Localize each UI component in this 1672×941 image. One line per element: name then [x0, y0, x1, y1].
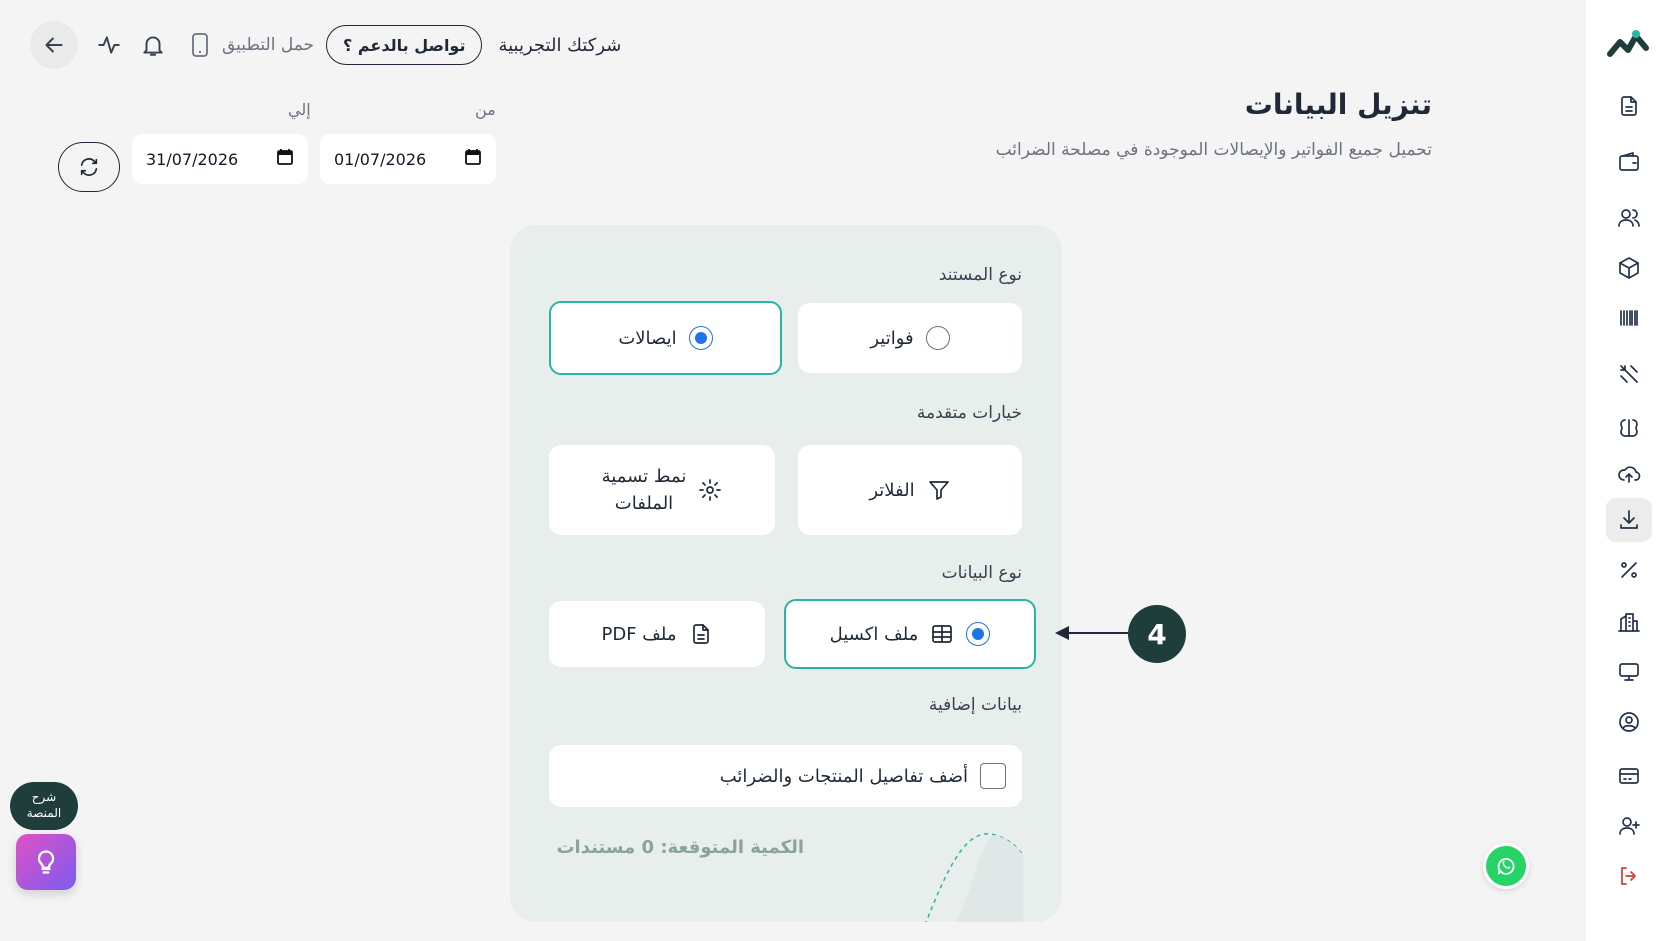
tools-icon — [1620, 365, 1638, 383]
date-to-label: إلي — [288, 100, 311, 119]
help-button[interactable] — [16, 834, 76, 890]
company-name[interactable]: شركتك التجريبية — [498, 35, 621, 56]
page-subtitle: تحميل جميع الفواتير والإيصالات الموجودة … — [995, 140, 1432, 160]
date-from-input[interactable]: 01/07/2026 — [320, 134, 496, 184]
date-to-value: 31/07/2026 — [146, 149, 239, 169]
data-type-pdf-label: ملف PDF — [601, 623, 677, 645]
activity-icon — [98, 36, 120, 54]
cloud-upload-icon — [1618, 466, 1641, 483]
document-type-invoices[interactable]: فواتير — [798, 303, 1022, 373]
topbar: حمل التطبيق تواصل بالدعم ؟ شركتك التجريب… — [30, 20, 621, 70]
contact-support-button[interactable]: تواصل بالدعم ؟ — [326, 25, 483, 65]
annotation-line — [1060, 632, 1132, 634]
expected-count: الكمية المتوقعة: 0 مستندات — [556, 837, 804, 858]
user-plus-icon — [1619, 817, 1640, 835]
barcode-icon — [1620, 310, 1638, 326]
document-type-receipts[interactable]: ايصالات — [549, 301, 782, 375]
sidebar-item-logout[interactable] — [1606, 854, 1652, 898]
data-type-excel-label: ملف اكسيل — [829, 623, 919, 645]
platform-guide-line2: المنصة — [26, 806, 62, 820]
data-type-pdf[interactable]: ملف PDF — [549, 601, 765, 667]
platform-guide-line1: شرح — [31, 790, 57, 804]
sidebar-item-barcode[interactable] — [1606, 296, 1652, 340]
sidebar-item-upload[interactable] — [1606, 452, 1652, 496]
date-to-input[interactable]: 31/07/2026 — [132, 134, 308, 184]
data-type-excel[interactable]: ملف اكسيل — [784, 599, 1036, 669]
annotation-badge: 4 — [1128, 605, 1186, 663]
users-icon — [1618, 209, 1640, 227]
document-type-label: نوع المستند — [938, 265, 1022, 285]
sidebar-item-tools[interactable] — [1606, 352, 1652, 396]
file-naming-pattern-line1: نمط تسمية — [601, 466, 687, 487]
sidebar — [1586, 0, 1672, 941]
sidebar-item-add-user[interactable] — [1606, 804, 1652, 848]
brand-logo[interactable] — [1606, 24, 1650, 64]
sidebar-item-customers[interactable] — [1606, 196, 1652, 240]
percent-icon — [1621, 562, 1637, 578]
filter-icon — [928, 481, 949, 500]
logout-icon — [1621, 867, 1636, 885]
sidebar-item-taxes[interactable] — [1606, 548, 1652, 592]
download-form-card: نوع المستند ايصالات فواتير خيارات متقدمة… — [510, 225, 1062, 922]
date-from-label: من — [475, 100, 496, 119]
sidebar-item-products[interactable] — [1606, 246, 1652, 290]
bell-icon — [143, 36, 163, 56]
radio-excel[interactable] — [966, 622, 991, 646]
document-type-invoices-label: فواتير — [870, 327, 914, 349]
back-button[interactable] — [30, 21, 78, 69]
radio-receipts[interactable] — [688, 326, 713, 350]
sidebar-item-pos[interactable] — [1606, 650, 1652, 694]
extra-details-label: أضف تفاصيل المنتجات والضرائب — [719, 765, 968, 787]
card-icon — [1619, 768, 1639, 784]
extra-details-option[interactable]: أضف تفاصيل المنتجات والضرائب — [549, 745, 1022, 807]
decorative-curve — [925, 832, 1024, 922]
filters-button[interactable]: الفلاتر — [798, 445, 1022, 535]
advanced-options-label: خيارات متقدمة — [916, 403, 1022, 423]
wallet-icon — [1619, 152, 1639, 171]
refresh-button[interactable] — [58, 142, 120, 192]
page-title: تنزيل البيانات — [1244, 88, 1432, 121]
brain-icon — [1620, 419, 1638, 437]
date-from-value: 01/07/2026 — [334, 149, 427, 169]
calendar-icon[interactable] — [464, 148, 482, 170]
monitor-icon — [1619, 663, 1639, 681]
lightbulb-icon — [37, 850, 55, 874]
whatsapp-button[interactable] — [1483, 843, 1529, 889]
sidebar-item-profile[interactable] — [1606, 700, 1652, 744]
calendar-icon[interactable] — [276, 148, 294, 170]
building-icon — [1618, 613, 1640, 632]
whatsapp-icon — [1497, 858, 1515, 876]
file-naming-pattern-button[interactable]: نمط تسمية الملفات — [549, 445, 775, 535]
box-icon — [1619, 257, 1639, 279]
refresh-icon — [80, 158, 98, 176]
file-text-icon — [692, 624, 709, 644]
sidebar-item-branches[interactable] — [1606, 600, 1652, 644]
download-app-link[interactable]: حمل التطبيق — [188, 32, 314, 58]
sidebar-item-subscription[interactable] — [1606, 754, 1652, 798]
data-type-label: نوع البيانات — [941, 563, 1022, 583]
notifications-button[interactable] — [140, 32, 166, 58]
extra-details-checkbox[interactable] — [980, 763, 1006, 789]
download-icon — [1620, 510, 1638, 529]
sidebar-item-download-data[interactable] — [1606, 498, 1652, 542]
filters-label: الفلاتر — [869, 479, 915, 501]
sidebar-item-documents[interactable] — [1606, 84, 1652, 128]
activity-button[interactable] — [96, 32, 122, 58]
radio-invoices[interactable] — [925, 326, 950, 350]
gear-icon — [699, 479, 722, 501]
arrow-left-icon — [45, 37, 63, 53]
mobile-icon — [192, 33, 208, 57]
file-naming-pattern-line2: الملفات — [614, 493, 674, 514]
sidebar-item-wallet[interactable] — [1606, 140, 1652, 184]
document-icon — [1621, 96, 1637, 116]
spreadsheet-icon — [932, 625, 953, 643]
platform-guide-bubble[interactable]: شرح المنصة — [10, 782, 78, 830]
download-app-label: حمل التطبيق — [222, 35, 315, 55]
extra-data-label: بيانات إضافية — [928, 695, 1022, 715]
document-type-receipts-label: ايصالات — [618, 327, 677, 349]
user-circle-icon — [1619, 712, 1639, 732]
sidebar-item-ai[interactable] — [1606, 406, 1652, 450]
